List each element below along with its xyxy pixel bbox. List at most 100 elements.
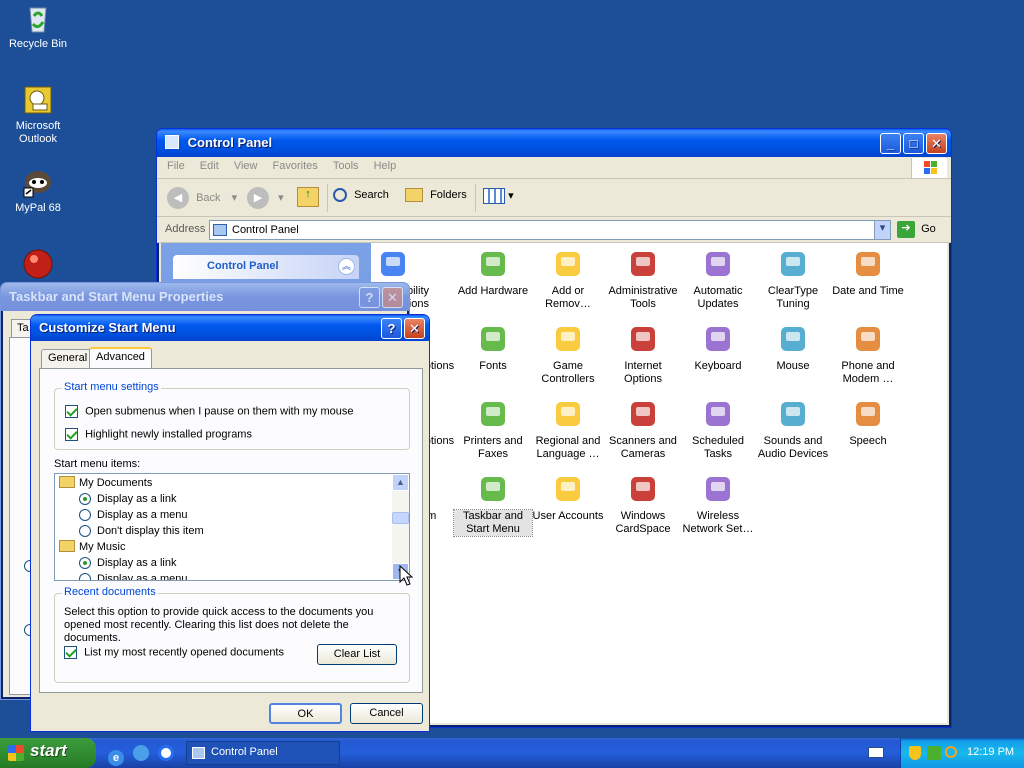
collapse-chevron-icon[interactable]: ︽ [338,258,355,275]
cp-item-game-controllers[interactable]: Game Controllers [529,322,607,386]
menu-view[interactable]: View [234,160,258,172]
checkbox-list-recent[interactable] [64,646,77,659]
checkbox-open-submenus[interactable] [65,405,78,418]
customize-titlebar[interactable]: Customize Start Menu ? ✕ [31,315,429,341]
cp-item-printers-faxes[interactable]: Printers and Faxes [454,397,532,461]
cp-item-mouse[interactable]: Mouse [754,322,832,373]
scroll-thumb[interactable] [392,512,409,524]
close-button[interactable]: ✕ [404,318,425,339]
network-icon[interactable] [927,746,941,760]
setting-open-submenus[interactable]: Open submenus when I pause on them with … [65,405,353,418]
cp-item-add-remove-programs[interactable]: Add or Remov… [529,247,607,311]
cp-item-internet-options[interactable]: Internet Options [604,322,682,386]
desktop-icon-mypal[interactable]: MyPal 68 [0,166,76,215]
help-button[interactable]: ? [381,318,402,339]
cp-item-taskbar-start-menu[interactable]: Taskbar and Start Menu [453,472,533,537]
cp-item-speech[interactable]: Speech [829,397,907,448]
folders-button[interactable]: Folders [405,188,467,202]
tree-radio-option[interactable]: Display as a menu [79,571,188,580]
user-accounts-icon [551,472,585,506]
menu-edit[interactable]: Edit [200,160,219,172]
address-dropdown-icon[interactable]: ▾ [874,221,890,239]
system-tray: 12:19 PM [900,738,1024,768]
taskbar-item-control-panel[interactable]: Control Panel [186,741,340,765]
radio-button[interactable] [79,573,91,580]
address-input[interactable]: Control Panel ▾ [209,220,891,240]
internet-explorer-icon[interactable]: e [108,750,124,766]
desktop-icon-label: Microsoft Outlook [15,120,61,145]
taskbar: start e Control Panel 12:19 PM [0,738,1024,768]
tab-general[interactable]: General [41,349,95,368]
search-button[interactable]: Search [333,188,389,202]
taskbar-properties-titlebar[interactable]: Taskbar and Start Menu Properties ? ✕ [1,283,409,311]
cp-item-add-hardware[interactable]: Add Hardware [454,247,532,298]
cp-item-cardspace[interactable]: Windows CardSpace [604,472,682,536]
outlook-express-icon[interactable] [133,745,150,761]
menu-bar: File Edit View Favorites Tools Help [157,157,951,179]
desktop-icon-partial[interactable] [0,248,76,284]
clear-list-button[interactable]: Clear List [317,644,397,665]
search-tray-icon[interactable] [945,746,957,758]
tree-folder[interactable]: My Music [59,539,125,555]
cp-item-scheduled-tasks[interactable]: Scheduled Tasks [679,397,757,461]
cp-item-sounds[interactable]: Sounds and Audio Devices [754,397,832,461]
checkbox-highlight-new[interactable] [65,428,78,441]
cp-item-label: ClearType Tuning [767,285,819,310]
tree-radio-option[interactable]: Display as a link [79,491,176,507]
media-player-icon[interactable] [158,745,175,761]
cp-item-administrative-tools[interactable]: Administrative Tools [604,247,682,311]
radio-button[interactable] [79,493,91,506]
fonts-icon [476,322,510,356]
cp-item-keyboard[interactable]: Keyboard [679,322,757,373]
close-button[interactable]: ✕ [382,287,403,308]
cp-item-label: User Accounts [532,510,604,522]
cp-item-wireless-network[interactable]: Wireless Network Set… [679,472,757,536]
cp-item-cleartype[interactable]: ClearType Tuning [754,247,832,311]
start-button[interactable]: start [0,738,96,768]
setting-highlight-new[interactable]: Highlight newly installed programs [65,428,252,441]
forward-button[interactable]: ▶ ▾ [247,187,284,209]
minimize-button[interactable]: _ [880,133,901,154]
cp-item-fonts[interactable]: Fonts [454,322,532,373]
radio-button[interactable] [79,509,91,522]
radio-button[interactable] [79,525,91,538]
cp-item-automatic-updates[interactable]: Automatic Updates [679,247,757,311]
back-button[interactable]: ◀ Back ▾ [167,187,237,209]
menu-help[interactable]: Help [374,160,397,172]
up-folder-button[interactable]: ↑ [297,187,319,207]
cp-item-phone-modem[interactable]: Phone and Modem … [829,322,907,386]
task-pane-header[interactable]: Control Panel ︽ [173,255,359,279]
back-arrow-icon: ◀ [167,187,189,209]
tree-radio-option[interactable]: Don't display this item [79,523,204,539]
desktop-icon-outlook[interactable]: Microsoft Outlook [0,84,76,146]
cp-item-date-time[interactable]: Date and Time [829,247,907,298]
control-panel-titlebar[interactable]: Control Panel _ □ ✕ [157,129,951,157]
desktop-icon-recycle-bin[interactable]: Recycle Bin [0,2,76,51]
close-button[interactable]: ✕ [926,133,947,154]
group-title: Recent documents [62,586,158,598]
maximize-button[interactable]: □ [903,133,924,154]
keyboard-layout-icon[interactable] [868,747,884,758]
tree-folder[interactable]: My Documents [59,475,152,491]
start-menu-items-list[interactable]: My Documents Display as a link Display as … [54,473,410,581]
ok-button[interactable]: OK [269,703,342,724]
cancel-button[interactable]: Cancel [350,703,423,724]
cp-item-user-accounts[interactable]: User Accounts [529,472,607,523]
tree-radio-option[interactable]: Display as a link [79,555,176,571]
help-button[interactable]: ? [359,287,380,308]
menu-file[interactable]: File [167,160,185,172]
menu-favorites[interactable]: Favorites [273,160,318,172]
tree-radio-option[interactable]: Display as a menu [79,507,188,523]
go-button[interactable]: ➔ Go [897,221,936,238]
clock[interactable]: 12:19 PM [967,746,1014,758]
tab-advanced[interactable]: Advanced [89,347,152,368]
radio-button[interactable] [79,557,91,570]
setting-list-recent[interactable]: List my most recently opened documents [64,646,284,659]
menu-tools[interactable]: Tools [333,160,359,172]
cp-item-label: Phone and Modem … [841,360,895,385]
security-shield-icon[interactable] [909,746,921,760]
views-button[interactable]: ▾ [483,188,514,204]
cp-item-scanners-cameras[interactable]: Scanners and Cameras [604,397,682,461]
scroll-up-button[interactable]: ▲ [392,474,409,491]
cp-item-regional-language[interactable]: Regional and Language … [529,397,607,461]
